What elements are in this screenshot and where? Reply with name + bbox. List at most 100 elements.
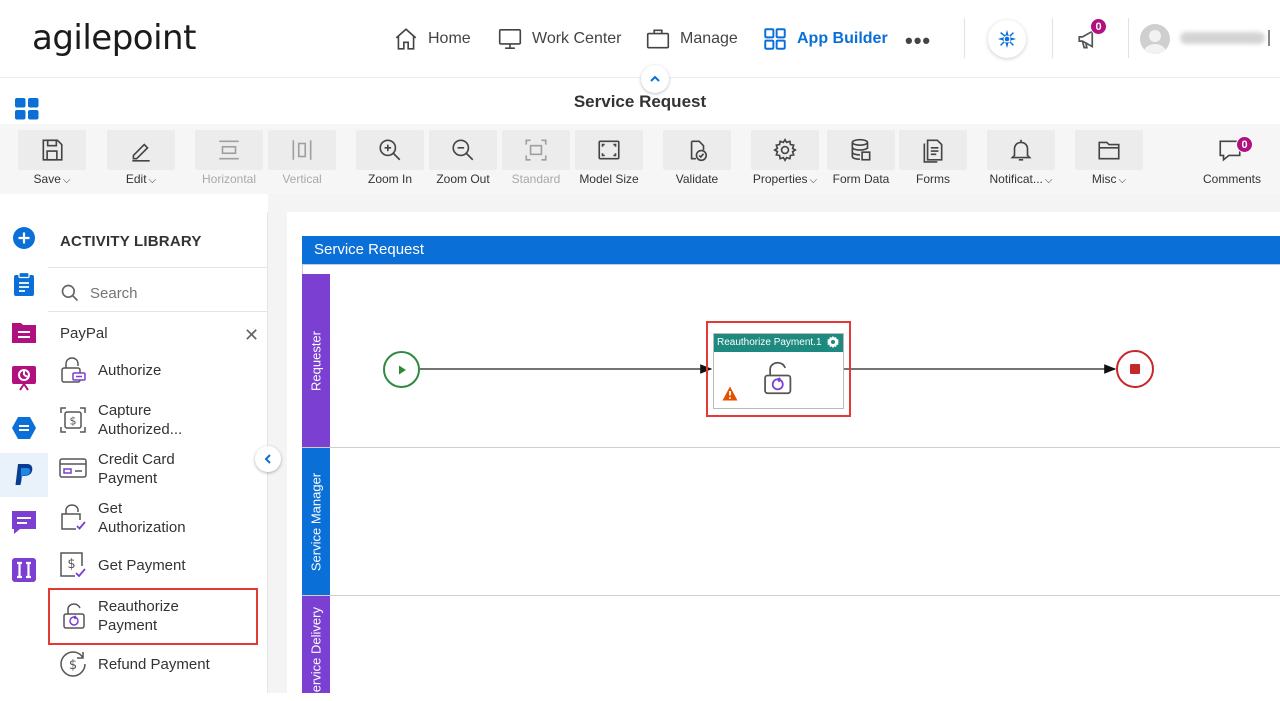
notifications-button[interactable]: Notificat... ⌵	[987, 130, 1055, 190]
save-icon	[42, 139, 63, 161]
pencil-icon	[132, 143, 150, 162]
properties-button[interactable]: Properties ⌵	[751, 130, 819, 190]
notifications-label: Notificat...	[989, 172, 1043, 186]
ai-icon	[997, 29, 1017, 49]
hexagon-data-icon	[12, 417, 36, 439]
activity-get-payment[interactable]: $ Get Payment	[48, 550, 258, 580]
properties-label: Properties	[752, 172, 808, 186]
standard-button[interactable]: Standard	[502, 130, 570, 190]
form-folder-icon	[12, 323, 36, 343]
zoom-out-icon	[452, 139, 474, 161]
rail-messages[interactable]	[10, 508, 38, 536]
end-event[interactable]	[1116, 350, 1154, 388]
nav-app-builder[interactable]: App Builder	[762, 24, 888, 54]
payment-check-icon: $	[60, 552, 86, 578]
chevron-down-icon: ⌵	[1044, 175, 1053, 186]
activity-get-authorization[interactable]: Get Authorization	[48, 497, 258, 537]
activity-capture-authorized[interactable]: $ Capture Authorized...	[48, 399, 258, 439]
validate-label: Validate	[675, 172, 719, 186]
warning-icon[interactable]	[722, 386, 738, 401]
collapse-header-button[interactable]	[641, 65, 669, 93]
refund-icon: $	[60, 651, 86, 677]
close-category-icon[interactable]: ✕	[244, 326, 259, 344]
model-size-label: Model Size	[579, 172, 639, 186]
misc-button[interactable]: Misc ⌵	[1075, 130, 1143, 190]
standard-label: Standard	[511, 172, 561, 186]
task-header[interactable]: Reauthorize Payment.1	[714, 334, 843, 352]
comments-button[interactable]: 0 Comments	[1196, 130, 1266, 190]
form-data-button[interactable]: Form Data	[827, 130, 895, 190]
zoom-in-button[interactable]: Zoom In	[356, 130, 424, 190]
swimlane-service-delivery[interactable]: Service Delivery	[302, 596, 1280, 701]
vertical-button[interactable]: Vertical	[268, 130, 336, 190]
nav-manage[interactable]: Manage	[645, 24, 738, 54]
message-icon	[12, 511, 36, 534]
process-toolbar: Save ⌵ Edit ⌵ Horizontal Vertical Zoom In …	[0, 124, 1280, 194]
library-search-input[interactable]	[90, 284, 230, 302]
lock-card-icon	[61, 357, 86, 383]
chevron-up-icon	[650, 75, 660, 82]
announcements-count-badge: 0	[1090, 18, 1107, 35]
rail-integrations[interactable]	[10, 556, 38, 584]
model-size-button[interactable]: Model Size	[575, 130, 643, 190]
forms-icon	[923, 139, 943, 163]
nav-work-center[interactable]: Work Center	[497, 24, 622, 54]
vertical-layout-icon	[292, 140, 312, 160]
rail-forms[interactable]	[10, 318, 38, 346]
rail-paypal[interactable]	[0, 453, 48, 497]
edit-label: Edit	[125, 172, 147, 186]
user-avatar[interactable]	[1140, 24, 1170, 54]
standard-size-icon	[525, 139, 547, 161]
rail-add[interactable]	[10, 224, 38, 252]
lane-label-requester[interactable]: Requester	[302, 274, 330, 447]
swimlane-service-manager[interactable]: Service Manager	[302, 448, 1280, 596]
chevron-down-icon: ⌵	[148, 175, 157, 186]
clipboard-icon	[14, 271, 34, 296]
zoom-out-button[interactable]: Zoom Out	[429, 130, 497, 190]
activity-reauthorize-payment[interactable]: Reauthorize Payment	[48, 588, 258, 645]
task-reauthorize-payment[interactable]: Reauthorize Payment.1	[713, 333, 844, 409]
monitor-icon	[498, 28, 522, 50]
ai-assistant-button[interactable]	[988, 20, 1026, 58]
user-menu-handle[interactable]	[1268, 30, 1270, 46]
validate-button[interactable]: Validate	[663, 130, 731, 190]
lane-label-service-manager[interactable]: Service Manager	[302, 448, 330, 595]
collapse-library-button[interactable]	[255, 446, 281, 472]
horizontal-layout-icon	[219, 140, 239, 160]
left-rail	[0, 212, 48, 693]
activity-label: Credit Card Payment	[98, 451, 175, 487]
activity-label: Get Authorization	[98, 500, 186, 536]
nav-home[interactable]: Home	[393, 24, 471, 54]
save-button[interactable]: Save ⌵	[18, 130, 86, 190]
save-label: Save	[33, 172, 61, 186]
fullscreen-icon	[598, 140, 620, 160]
integration-icon	[12, 558, 36, 582]
announcements-button[interactable]: 0	[1076, 18, 1107, 54]
activity-credit-card-payment[interactable]: Credit Card Payment	[48, 448, 258, 488]
rail-tasks[interactable]	[10, 270, 38, 298]
lane-label-service-delivery[interactable]: Service Delivery	[302, 596, 330, 701]
library-search[interactable]	[60, 282, 230, 304]
grid-icon	[764, 28, 786, 50]
zoom-out-label: Zoom Out	[436, 172, 490, 186]
rail-reports[interactable]	[10, 364, 38, 392]
user-name-redacted[interactable]	[1180, 32, 1265, 44]
briefcase-icon	[646, 29, 670, 49]
misc-label: Misc	[1091, 172, 1117, 186]
more-menu-icon[interactable]: •••	[905, 28, 931, 54]
plus-circle-icon	[13, 227, 35, 249]
activity-label: Reauthorize Payment	[98, 598, 179, 634]
agilepoint-logo[interactable]: agilepoint	[32, 18, 196, 58]
task-settings-gear-icon[interactable]	[826, 335, 840, 349]
pool-header[interactable]: Service Request	[302, 236, 1280, 264]
forms-button[interactable]: Forms	[899, 130, 967, 190]
zoom-in-label: Zoom In	[367, 172, 412, 186]
horizontal-button[interactable]: Horizontal	[195, 130, 263, 190]
activity-authorize[interactable]: Authorize	[48, 355, 258, 385]
divider	[48, 311, 268, 312]
activity-refund-payment[interactable]: $ Refund Payment	[48, 649, 258, 679]
rail-data[interactable]	[10, 414, 38, 442]
edit-button[interactable]: Edit ⌵	[107, 130, 175, 190]
start-event[interactable]	[383, 351, 420, 388]
nav-app-builder-label: App Builder	[797, 30, 888, 47]
